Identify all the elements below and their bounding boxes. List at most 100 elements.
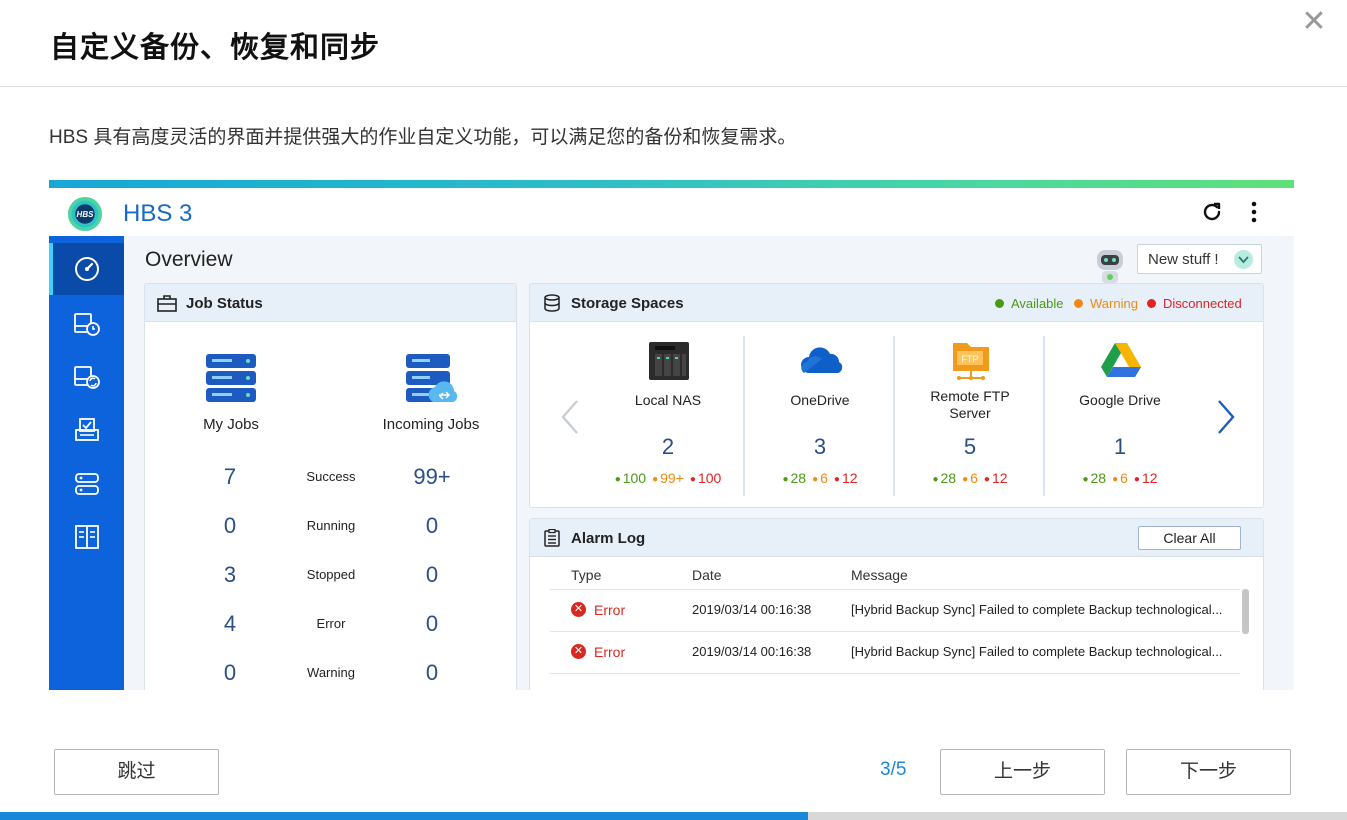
alarm-log-card: Alarm Log Clear All Type Date Message ✕ … (529, 518, 1264, 690)
storage-count: 3 (813, 434, 827, 459)
row-label: Running (306, 518, 356, 533)
chevron-down-icon (1234, 250, 1253, 269)
alarm-message: [Hybrid Backup Sync] Failed to complete … (851, 602, 1223, 617)
job-status-title: Job Status (186, 295, 263, 312)
incoming-warning-count[interactable]: 0 (402, 660, 462, 686)
app-name: HBS 3 (123, 200, 193, 227)
my-jobs-success-count[interactable]: 7 (200, 464, 260, 490)
app-sidebar (49, 236, 124, 690)
my-jobs-warning-count[interactable]: 0 (200, 660, 260, 686)
app-header: HBS HBS 3 (49, 188, 1294, 236)
sync-icon (49, 351, 124, 403)
services-icon (49, 511, 124, 563)
storage-spaces-header: Storage Spaces Available Warning Disconn… (530, 284, 1263, 322)
my-jobs-stopped-count[interactable]: 3 (200, 562, 260, 588)
robot-mascot-icon (1097, 250, 1123, 283)
legend-label: Warning (1090, 296, 1138, 311)
clear-all-button[interactable]: Clear All (1138, 526, 1241, 550)
row-label: Success (306, 469, 356, 484)
available-count: 100 (615, 470, 646, 486)
storage-count: 5 (963, 434, 977, 459)
my-jobs-running-count[interactable]: 0 (200, 513, 260, 539)
column-header-message[interactable]: Message (851, 567, 908, 583)
alarm-log-title: Alarm Log (571, 530, 646, 547)
storage-spaces-card: Storage Spaces Available Warning Disconn… (529, 283, 1264, 508)
refresh-icon (1203, 202, 1221, 221)
svg-text:FTP: FTP (962, 354, 979, 364)
incoming-jobs-server-icon (406, 354, 458, 402)
legend-warning: Warning (1074, 296, 1138, 311)
storage-stats: 28 6 12 (895, 470, 1045, 486)
legend-available: Available (995, 296, 1064, 311)
column-header-date[interactable]: Date (692, 567, 722, 583)
column-header-type[interactable]: Type (571, 567, 601, 583)
logo-text: HBS (76, 209, 94, 219)
storage-item-remote-ftp[interactable]: FTP Remote FTP Server 5 28 6 12 (893, 336, 1043, 496)
available-dot-icon (995, 299, 1004, 308)
storage-spaces-title: Storage Spaces (571, 295, 684, 312)
row-label: Warning (307, 665, 355, 680)
chevron-left-icon[interactable] (560, 399, 580, 435)
legend-disconnected: Disconnected (1147, 296, 1242, 311)
table-row[interactable]: ✕ Error 2019/03/14 00:16:38 [Hybrid Back… (550, 589, 1240, 631)
onedrive-icon (801, 347, 843, 373)
tutorial-dialog: 自定义备份、恢复和同步 ✕ HBS 具有高度灵活的界面并提供强大的作业自定义功能… (0, 0, 1347, 820)
previous-button[interactable]: 上一步 (940, 749, 1105, 795)
new-stuff-label: New stuff ! (1148, 251, 1219, 268)
storage-name: OneDrive (790, 392, 850, 408)
job-status-header: Job Status (145, 284, 516, 322)
storage-name: Local NAS (634, 392, 702, 408)
more-options-icon (1251, 201, 1257, 223)
disconnected-dot-icon (1147, 299, 1156, 308)
my-jobs-server-icon (206, 354, 256, 402)
warning-count: 6 (962, 470, 978, 486)
job-status-card: Job Status My Jobs Incoming Jobs 7 Succe… (144, 283, 517, 690)
alarm-date: 2019/03/14 00:16:38 (692, 602, 812, 617)
new-stuff-button[interactable]: New stuff ! (1137, 244, 1262, 274)
alarm-message: [Hybrid Backup Sync] Failed to complete … (851, 644, 1223, 659)
storage-count: 1 (1113, 434, 1127, 459)
storage-stats: 100 99+ 100 (593, 470, 743, 486)
storage-stats: 28 6 12 (745, 470, 895, 486)
incoming-stopped-count[interactable]: 0 (402, 562, 462, 588)
step-indicator: 3/5 (880, 759, 907, 780)
my-jobs-error-count[interactable]: 4 (200, 611, 260, 637)
storage-item-onedrive[interactable]: OneDrive 3 28 6 12 (743, 336, 893, 496)
warning-count: 6 (812, 470, 828, 486)
chevron-right-icon[interactable] (1216, 399, 1236, 435)
hbs-preview-screenshot: HBS HBS 3 Overview New stuff ! Job Statu… (49, 180, 1294, 690)
warning-count: 6 (1112, 470, 1128, 486)
storage-item-local-nas[interactable]: Local NAS 2 100 99+ 100 (593, 336, 743, 496)
table-row[interactable] (550, 673, 1240, 690)
dialog-description: HBS 具有高度灵活的界面并提供强大的作业自定义功能，可以满足您的备份和恢复需求… (49, 127, 797, 148)
row-label: Error (316, 616, 346, 631)
legend-label: Available (1011, 296, 1064, 311)
storage-count: 2 (661, 434, 675, 459)
next-button[interactable]: 下一步 (1126, 749, 1291, 795)
disconnected-count: 12 (984, 470, 1008, 486)
storage-stats: 28 6 12 (1045, 470, 1195, 486)
alarm-type: Error (594, 644, 626, 660)
disconnected-count: 12 (1134, 470, 1158, 486)
legend-label: Disconnected (1163, 296, 1242, 311)
error-icon: ✕ (571, 644, 586, 659)
alarm-type: Error (594, 602, 626, 618)
overview-icon (49, 243, 124, 295)
incoming-jobs-label: Incoming Jobs (382, 416, 480, 433)
google-drive-icon (1101, 343, 1141, 377)
backup-restore-icon (49, 298, 124, 350)
progress-fill (0, 812, 809, 820)
skip-button[interactable]: 跳过 (54, 749, 219, 795)
incoming-running-count[interactable]: 0 (402, 513, 462, 539)
error-icon: ✕ (571, 602, 586, 617)
available-count: 28 (932, 470, 957, 486)
storage-item-google-drive[interactable]: Google Drive 1 28 6 12 (1043, 336, 1193, 496)
table-row[interactable]: ✕ Error 2019/03/14 00:16:38 [Hybrid Back… (550, 631, 1240, 673)
warning-dot-icon (1074, 299, 1083, 308)
scrollbar-thumb[interactable] (1242, 589, 1249, 634)
incoming-error-count[interactable]: 0 (402, 611, 462, 637)
available-count: 28 (1082, 470, 1107, 486)
close-icon[interactable]: ✕ (1299, 7, 1329, 38)
disconnected-count: 100 (690, 470, 721, 486)
incoming-success-count[interactable]: 99+ (402, 464, 462, 490)
